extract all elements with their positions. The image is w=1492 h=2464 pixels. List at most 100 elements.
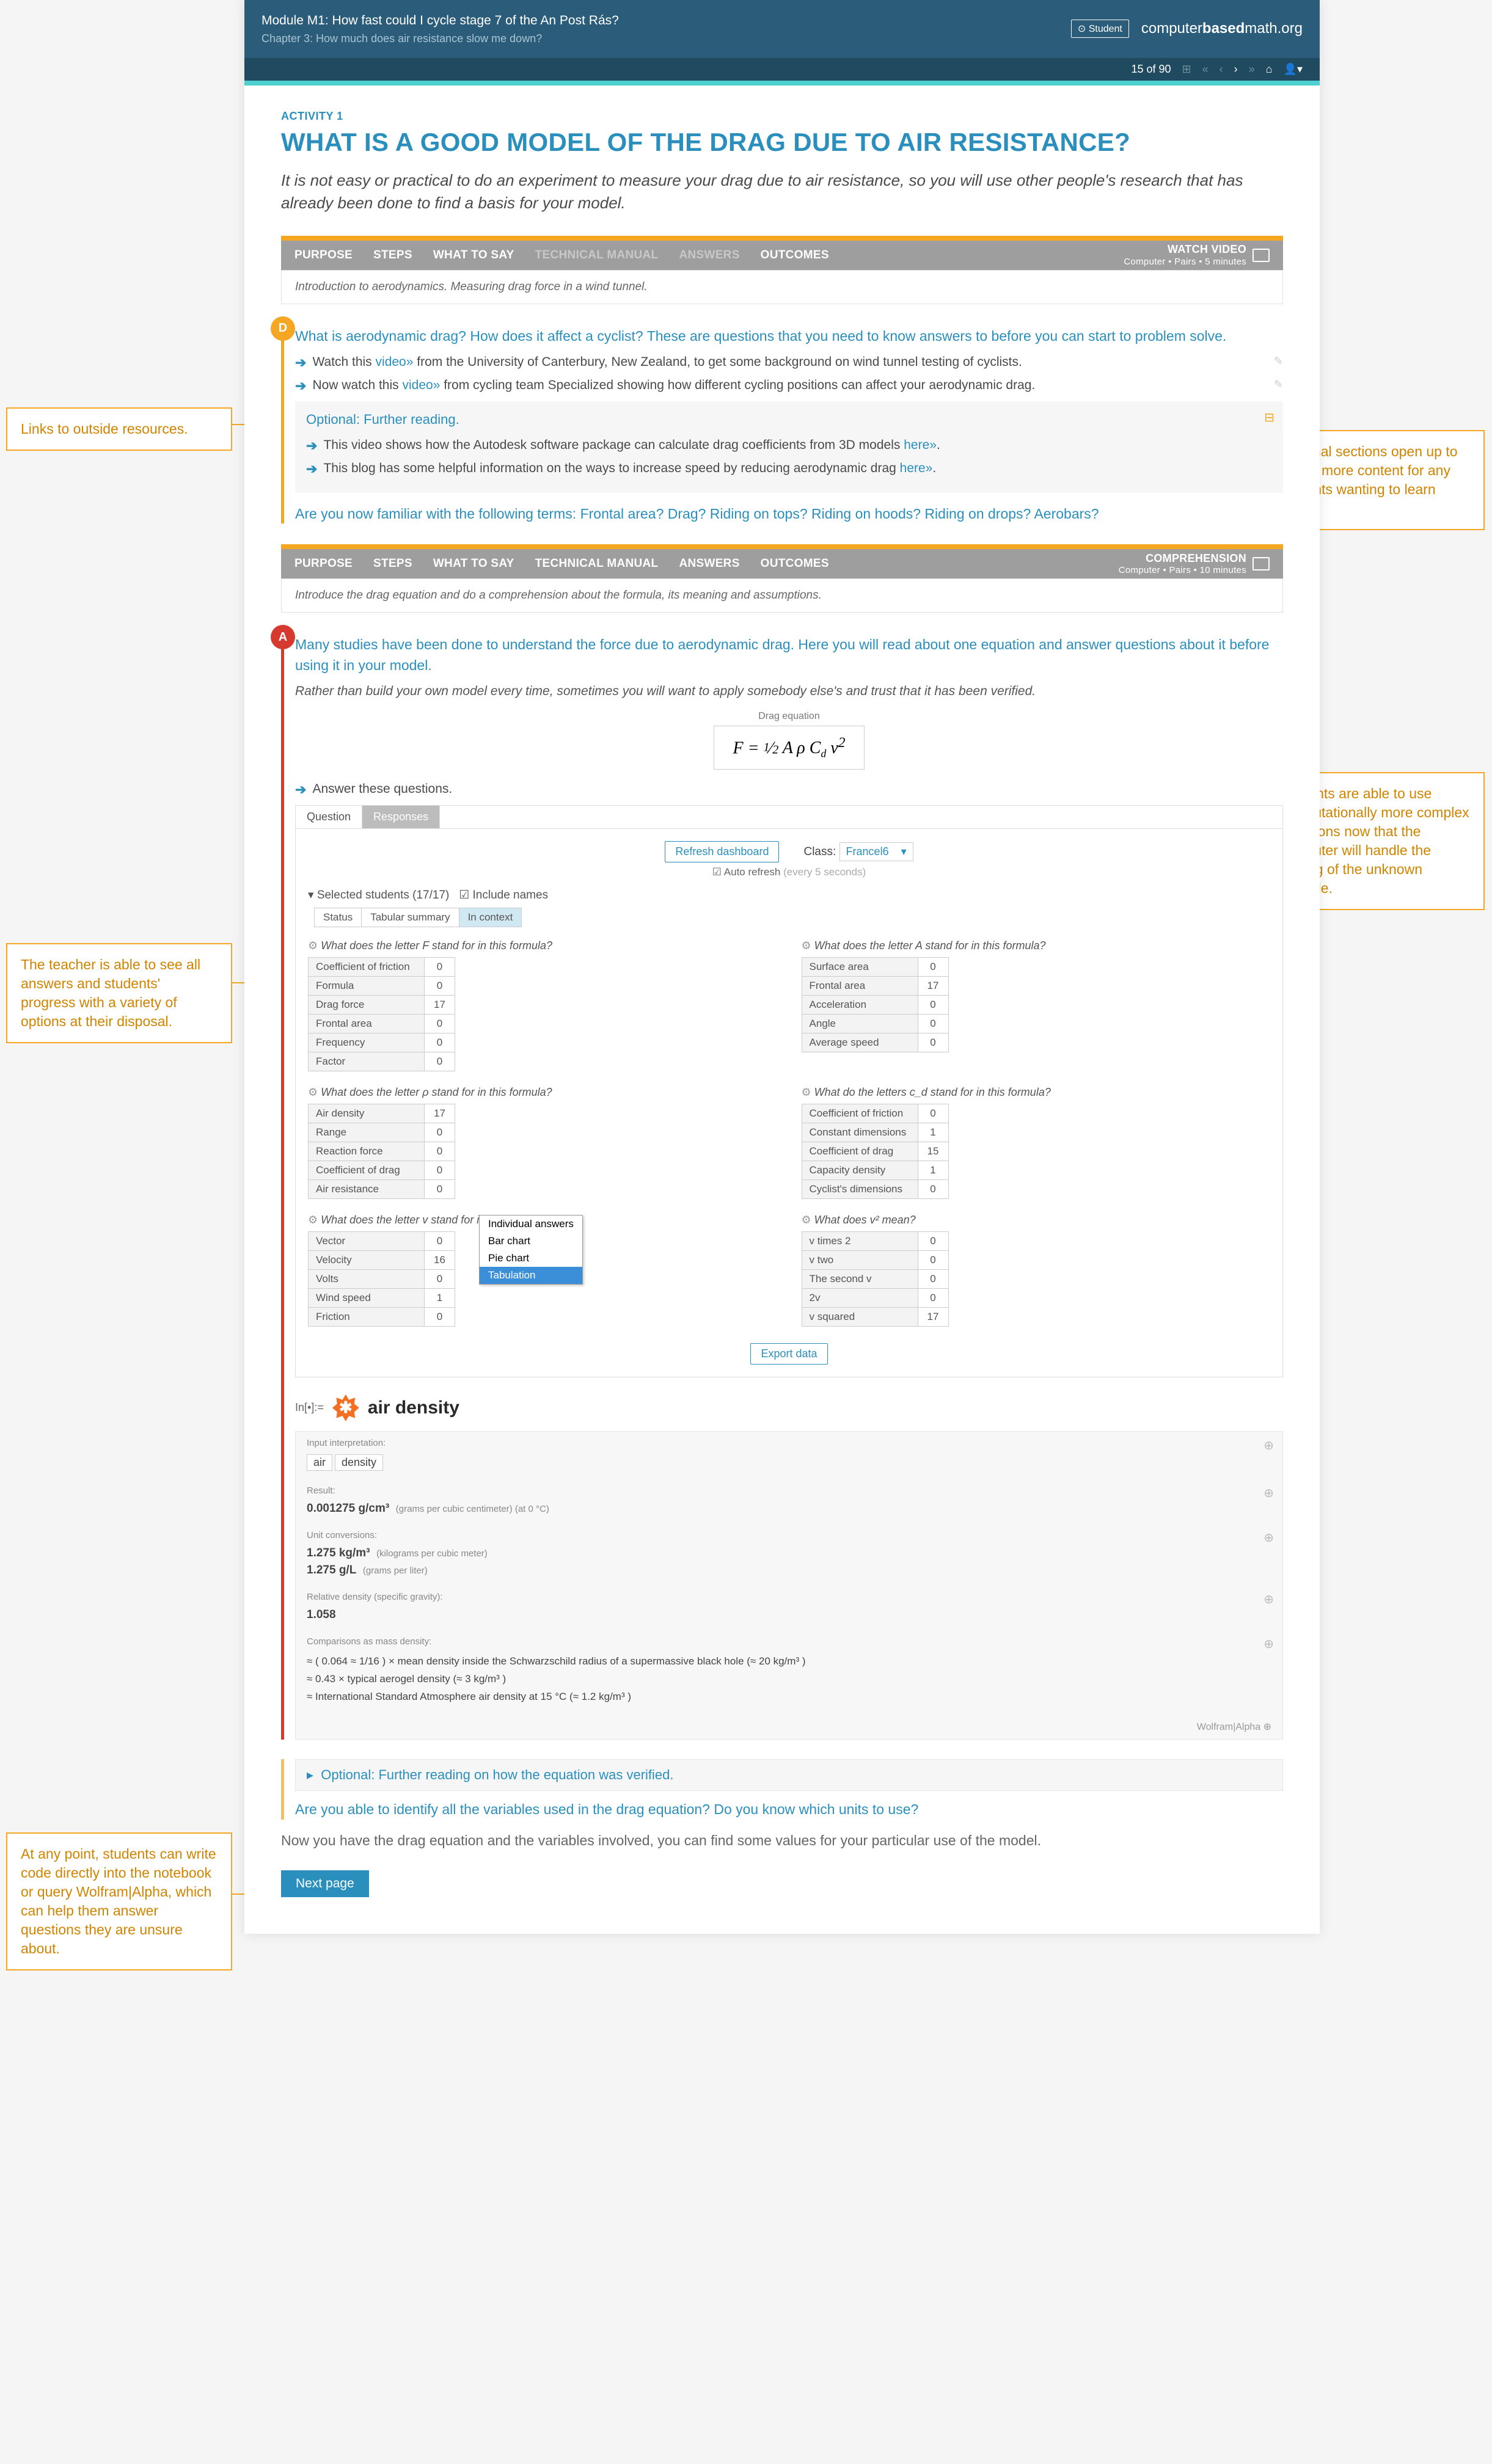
panel-meta: COMPREHENSIONComputer • Pairs • 10 minut… bbox=[1119, 552, 1270, 577]
callout-resources: Links to outside resources. bbox=[6, 407, 232, 451]
tab-responses[interactable]: Responses bbox=[362, 806, 440, 828]
drag-equation: F = 1⁄2 A ρ Cd v2 bbox=[714, 726, 864, 770]
video-link[interactable]: video» bbox=[403, 378, 441, 392]
wolfram-query: air density bbox=[368, 1398, 459, 1418]
home-icon[interactable]: ⌂ bbox=[1266, 63, 1273, 76]
panel-tabs: PURPOSE STEPS WHAT TO SAY TECHNICAL MANU… bbox=[281, 241, 1283, 270]
gear-icon[interactable]: ⊕ bbox=[1263, 1636, 1274, 1652]
tab-answers[interactable]: ANSWERS bbox=[679, 557, 739, 570]
panel-description: Introduce the drag equation and do a com… bbox=[281, 578, 1283, 613]
optional-box: ⊟ Optional: Further reading. ➔This video… bbox=[295, 401, 1283, 493]
gear-icon[interactable]: ⊕ bbox=[1263, 1438, 1274, 1453]
pager-bar: 15 of 90 ⊞ « ‹ › » ⌂ 👤▾ bbox=[244, 58, 1320, 81]
tab-steps[interactable]: STEPS bbox=[373, 249, 412, 262]
link[interactable]: here» bbox=[900, 461, 933, 475]
teal-divider bbox=[244, 81, 1320, 86]
tab-outcomes[interactable]: OUTCOMES bbox=[761, 249, 829, 262]
result-value: 0.001275 g/cm³ bbox=[307, 1502, 389, 1515]
class-select[interactable]: Francel6▾ bbox=[839, 842, 913, 861]
nav-next-next-icon[interactable]: » bbox=[1249, 63, 1255, 76]
link[interactable]: here» bbox=[904, 438, 937, 452]
tab-purpose[interactable]: PURPOSE bbox=[294, 249, 353, 262]
equation-block: Drag equation F = 1⁄2 A ρ Cd v2 bbox=[295, 711, 1283, 770]
export-button[interactable]: Export data bbox=[750, 1343, 827, 1365]
student-badge[interactable]: ⊙ Student bbox=[1071, 20, 1129, 38]
instruction-line: ➔Answer these questions. bbox=[295, 782, 1283, 798]
nav-next-icon[interactable]: › bbox=[1234, 63, 1238, 76]
view-status[interactable]: Status bbox=[315, 908, 362, 927]
refresh-button[interactable]: Refresh dashboard bbox=[665, 841, 779, 862]
result-value: 1.058 bbox=[307, 1608, 336, 1621]
optional-bar[interactable]: ▸ Optional: Further reading on how the e… bbox=[295, 1759, 1283, 1791]
tab-answers[interactable]: ANSWERS bbox=[679, 249, 739, 262]
wolfram-results: Input interpretation:⊕ airdensity Result… bbox=[295, 1431, 1283, 1740]
panel-comprehension: PURPOSE STEPS WHAT TO SAY TECHNICAL MANU… bbox=[281, 544, 1283, 613]
arrow-icon: ➔ bbox=[295, 782, 306, 798]
page-container: Module M1: How fast could I cycle stage … bbox=[244, 0, 1320, 1934]
view-tabular[interactable]: Tabular summary bbox=[362, 908, 459, 927]
summary-question: Are you now familiar with the following … bbox=[295, 504, 1283, 523]
gear-icon[interactable]: ⊕ bbox=[1263, 1485, 1274, 1501]
module-title: Module M1: How fast could I cycle stage … bbox=[261, 11, 619, 31]
tab-whattosay[interactable]: WHAT TO SAY bbox=[433, 557, 514, 570]
screen-icon bbox=[1252, 249, 1270, 262]
tab-purpose[interactable]: PURPOSE bbox=[294, 557, 353, 570]
wolfram-input: In[•]:= ✱ air density bbox=[295, 1394, 1283, 1421]
chapter-title: Chapter 3: How much does air resistance … bbox=[261, 31, 619, 47]
panel-watch-video: PURPOSE STEPS WHAT TO SAY TECHNICAL MANU… bbox=[281, 236, 1283, 304]
instruction-line: ➔Now watch this video» from cycling team… bbox=[295, 378, 1283, 394]
screen-icon bbox=[1252, 557, 1270, 570]
input-tag: density bbox=[335, 1454, 383, 1471]
tab-techmanual[interactable]: TECHNICAL MANUAL bbox=[535, 249, 659, 262]
section-red: A Many studies have been done to underst… bbox=[281, 635, 1283, 1739]
next-page-button[interactable]: Next page bbox=[281, 1870, 369, 1897]
panel-meta: WATCH VIDEOComputer • Pairs • 5 minutes bbox=[1124, 243, 1270, 268]
tab-techmanual[interactable]: TECHNICAL MANUAL bbox=[535, 557, 659, 570]
wolfram-badge-icon: ✱ bbox=[332, 1394, 359, 1421]
edit-icon[interactable]: ✎ bbox=[1274, 355, 1283, 368]
question-text: What is aerodynamic drag? How does it af… bbox=[295, 326, 1283, 346]
view-incontext[interactable]: In context bbox=[459, 908, 522, 927]
nav-first-icon[interactable]: ⊞ bbox=[1182, 63, 1191, 76]
selected-students[interactable]: ▾ Selected students (17/17) ☑ Include na… bbox=[308, 888, 1270, 902]
tab-question[interactable]: Question bbox=[296, 806, 362, 828]
activity-label: ACTIVITY 1 bbox=[281, 110, 1283, 123]
gear-icon[interactable]: ⊕ bbox=[1263, 1530, 1274, 1545]
outro-text: Now you have the drag equation and the v… bbox=[281, 1831, 1283, 1851]
question-text: Many studies have been done to understan… bbox=[295, 635, 1283, 676]
nav-prev-prev-icon[interactable]: « bbox=[1202, 63, 1209, 76]
header-bar: Module M1: How fast could I cycle stage … bbox=[244, 0, 1320, 58]
section-gold: D What is aerodynamic drag? How does it … bbox=[281, 326, 1283, 523]
question-text: Are you able to identify all the variabl… bbox=[295, 1799, 1283, 1820]
card-header: Input interpretation:⊕ bbox=[296, 1432, 1282, 1448]
tab-whattosay[interactable]: WHAT TO SAY bbox=[433, 249, 514, 262]
nav-prev-icon[interactable]: ‹ bbox=[1220, 63, 1223, 76]
instruction-line: ➔This video shows how the Autodesk softw… bbox=[306, 438, 1272, 454]
view-tabs: Status Tabular summary In context bbox=[314, 908, 522, 927]
gear-icon[interactable]: ⊕ bbox=[1263, 1592, 1274, 1607]
badge-D: D bbox=[271, 316, 295, 341]
arrow-icon: ➔ bbox=[295, 378, 306, 394]
instruction-line: ➔Watch this video» from the University o… bbox=[295, 355, 1283, 371]
arrow-icon: ➔ bbox=[306, 461, 317, 477]
input-tag: air bbox=[307, 1454, 332, 1471]
equation-label: Drag equation bbox=[295, 711, 1283, 722]
note-text: Rather than build your own model every t… bbox=[295, 684, 1283, 699]
header-titles: Module M1: How fast could I cycle stage … bbox=[261, 11, 619, 47]
dashboard: Question Responses Refresh dashboard Cla… bbox=[295, 805, 1283, 1377]
content-area: ACTIVITY 1 WHAT IS A GOOD MODEL OF THE D… bbox=[244, 86, 1320, 1934]
tab-outcomes[interactable]: OUTCOMES bbox=[761, 557, 829, 570]
badge-A: A bbox=[271, 625, 295, 649]
tab-steps[interactable]: STEPS bbox=[373, 557, 412, 570]
lead-paragraph: It is not easy or practical to do an exp… bbox=[281, 169, 1283, 215]
video-link[interactable]: video» bbox=[376, 355, 414, 369]
input-prefix: In[•]:= bbox=[295, 1401, 324, 1414]
arrow-icon: ➔ bbox=[306, 438, 317, 454]
user-icon[interactable]: 👤▾ bbox=[1284, 63, 1303, 76]
edit-icon[interactable]: ✎ bbox=[1274, 378, 1283, 391]
wolfram-footer: Wolfram|Alpha ⊕ bbox=[296, 1715, 1282, 1739]
instruction-line: ➔This blog has some helpful information … bbox=[306, 461, 1272, 477]
collapse-icon[interactable]: ⊟ bbox=[1264, 410, 1274, 425]
auto-refresh[interactable]: ☑ Auto refresh (every 5 seconds) bbox=[308, 866, 1270, 878]
section-outro: ▸ Optional: Further reading on how the e… bbox=[281, 1759, 1283, 1820]
